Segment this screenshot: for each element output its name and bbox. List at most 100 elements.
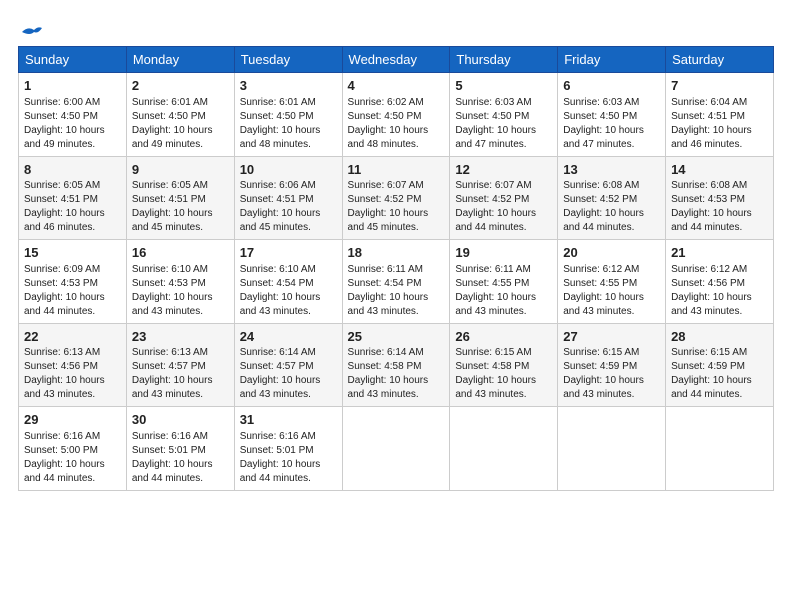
day-number: 3 bbox=[240, 77, 337, 95]
calendar-cell: 13Sunrise: 6:08 AM Sunset: 4:52 PM Dayli… bbox=[558, 156, 666, 240]
day-number: 18 bbox=[348, 244, 445, 262]
calendar-cell: 5Sunrise: 6:03 AM Sunset: 4:50 PM Daylig… bbox=[450, 73, 558, 157]
day-info: Sunrise: 6:13 AM Sunset: 4:57 PM Dayligh… bbox=[132, 346, 229, 402]
calendar-cell: 30Sunrise: 6:16 AM Sunset: 5:01 PM Dayli… bbox=[126, 407, 234, 491]
day-info: Sunrise: 6:10 AM Sunset: 4:54 PM Dayligh… bbox=[240, 263, 337, 319]
calendar-cell: 24Sunrise: 6:14 AM Sunset: 4:57 PM Dayli… bbox=[234, 323, 342, 407]
calendar-cell: 16Sunrise: 6:10 AM Sunset: 4:53 PM Dayli… bbox=[126, 240, 234, 324]
day-number: 25 bbox=[348, 328, 445, 346]
day-number: 4 bbox=[348, 77, 445, 95]
day-info: Sunrise: 6:07 AM Sunset: 4:52 PM Dayligh… bbox=[348, 179, 445, 235]
day-info: Sunrise: 6:16 AM Sunset: 5:00 PM Dayligh… bbox=[24, 430, 121, 486]
day-info: Sunrise: 6:07 AM Sunset: 4:52 PM Dayligh… bbox=[455, 179, 552, 235]
calendar-cell: 7Sunrise: 6:04 AM Sunset: 4:51 PM Daylig… bbox=[666, 73, 774, 157]
day-number: 10 bbox=[240, 161, 337, 179]
day-number: 9 bbox=[132, 161, 229, 179]
day-info: Sunrise: 6:02 AM Sunset: 4:50 PM Dayligh… bbox=[348, 96, 445, 152]
weekday-header-monday: Monday bbox=[126, 47, 234, 73]
calendar-cell: 15Sunrise: 6:09 AM Sunset: 4:53 PM Dayli… bbox=[19, 240, 127, 324]
calendar-cell: 10Sunrise: 6:06 AM Sunset: 4:51 PM Dayli… bbox=[234, 156, 342, 240]
calendar-cell: 25Sunrise: 6:14 AM Sunset: 4:58 PM Dayli… bbox=[342, 323, 450, 407]
day-number: 14 bbox=[671, 161, 768, 179]
calendar-cell: 11Sunrise: 6:07 AM Sunset: 4:52 PM Dayli… bbox=[342, 156, 450, 240]
day-info: Sunrise: 6:14 AM Sunset: 4:58 PM Dayligh… bbox=[348, 346, 445, 402]
calendar-cell bbox=[666, 407, 774, 491]
calendar-cell: 8Sunrise: 6:05 AM Sunset: 4:51 PM Daylig… bbox=[19, 156, 127, 240]
day-info: Sunrise: 6:16 AM Sunset: 5:01 PM Dayligh… bbox=[240, 430, 337, 486]
day-info: Sunrise: 6:06 AM Sunset: 4:51 PM Dayligh… bbox=[240, 179, 337, 235]
day-number: 23 bbox=[132, 328, 229, 346]
calendar-cell: 21Sunrise: 6:12 AM Sunset: 4:56 PM Dayli… bbox=[666, 240, 774, 324]
calendar: SundayMondayTuesdayWednesdayThursdayFrid… bbox=[18, 46, 774, 491]
day-info: Sunrise: 6:01 AM Sunset: 4:50 PM Dayligh… bbox=[240, 96, 337, 152]
day-info: Sunrise: 6:08 AM Sunset: 4:52 PM Dayligh… bbox=[563, 179, 660, 235]
day-number: 26 bbox=[455, 328, 552, 346]
day-info: Sunrise: 6:15 AM Sunset: 4:58 PM Dayligh… bbox=[455, 346, 552, 402]
calendar-cell: 31Sunrise: 6:16 AM Sunset: 5:01 PM Dayli… bbox=[234, 407, 342, 491]
calendar-cell: 6Sunrise: 6:03 AM Sunset: 4:50 PM Daylig… bbox=[558, 73, 666, 157]
calendar-cell: 1Sunrise: 6:00 AM Sunset: 4:50 PM Daylig… bbox=[19, 73, 127, 157]
day-info: Sunrise: 6:05 AM Sunset: 4:51 PM Dayligh… bbox=[24, 179, 121, 235]
day-number: 29 bbox=[24, 411, 121, 429]
calendar-cell: 12Sunrise: 6:07 AM Sunset: 4:52 PM Dayli… bbox=[450, 156, 558, 240]
calendar-cell: 9Sunrise: 6:05 AM Sunset: 4:51 PM Daylig… bbox=[126, 156, 234, 240]
calendar-cell: 3Sunrise: 6:01 AM Sunset: 4:50 PM Daylig… bbox=[234, 73, 342, 157]
calendar-cell: 20Sunrise: 6:12 AM Sunset: 4:55 PM Dayli… bbox=[558, 240, 666, 324]
weekday-header-saturday: Saturday bbox=[666, 47, 774, 73]
day-info: Sunrise: 6:15 AM Sunset: 4:59 PM Dayligh… bbox=[671, 346, 768, 402]
day-number: 30 bbox=[132, 411, 229, 429]
day-info: Sunrise: 6:01 AM Sunset: 4:50 PM Dayligh… bbox=[132, 96, 229, 152]
calendar-cell: 17Sunrise: 6:10 AM Sunset: 4:54 PM Dayli… bbox=[234, 240, 342, 324]
weekday-header-thursday: Thursday bbox=[450, 47, 558, 73]
day-info: Sunrise: 6:03 AM Sunset: 4:50 PM Dayligh… bbox=[455, 96, 552, 152]
day-info: Sunrise: 6:11 AM Sunset: 4:55 PM Dayligh… bbox=[455, 263, 552, 319]
day-number: 21 bbox=[671, 244, 768, 262]
calendar-cell: 29Sunrise: 6:16 AM Sunset: 5:00 PM Dayli… bbox=[19, 407, 127, 491]
calendar-cell: 26Sunrise: 6:15 AM Sunset: 4:58 PM Dayli… bbox=[450, 323, 558, 407]
day-info: Sunrise: 6:08 AM Sunset: 4:53 PM Dayligh… bbox=[671, 179, 768, 235]
calendar-cell: 22Sunrise: 6:13 AM Sunset: 4:56 PM Dayli… bbox=[19, 323, 127, 407]
day-number: 5 bbox=[455, 77, 552, 95]
day-info: Sunrise: 6:05 AM Sunset: 4:51 PM Dayligh… bbox=[132, 179, 229, 235]
day-number: 20 bbox=[563, 244, 660, 262]
day-number: 13 bbox=[563, 161, 660, 179]
day-number: 24 bbox=[240, 328, 337, 346]
calendar-cell: 27Sunrise: 6:15 AM Sunset: 4:59 PM Dayli… bbox=[558, 323, 666, 407]
day-info: Sunrise: 6:16 AM Sunset: 5:01 PM Dayligh… bbox=[132, 430, 229, 486]
weekday-header-sunday: Sunday bbox=[19, 47, 127, 73]
logo bbox=[18, 16, 42, 38]
day-number: 17 bbox=[240, 244, 337, 262]
day-info: Sunrise: 6:09 AM Sunset: 4:53 PM Dayligh… bbox=[24, 263, 121, 319]
calendar-cell bbox=[342, 407, 450, 491]
day-number: 2 bbox=[132, 77, 229, 95]
day-number: 28 bbox=[671, 328, 768, 346]
day-number: 12 bbox=[455, 161, 552, 179]
day-number: 6 bbox=[563, 77, 660, 95]
calendar-cell: 4Sunrise: 6:02 AM Sunset: 4:50 PM Daylig… bbox=[342, 73, 450, 157]
weekday-header-tuesday: Tuesday bbox=[234, 47, 342, 73]
weekday-header-friday: Friday bbox=[558, 47, 666, 73]
day-number: 22 bbox=[24, 328, 121, 346]
day-number: 27 bbox=[563, 328, 660, 346]
calendar-cell: 2Sunrise: 6:01 AM Sunset: 4:50 PM Daylig… bbox=[126, 73, 234, 157]
day-info: Sunrise: 6:03 AM Sunset: 4:50 PM Dayligh… bbox=[563, 96, 660, 152]
day-number: 1 bbox=[24, 77, 121, 95]
day-number: 7 bbox=[671, 77, 768, 95]
day-number: 11 bbox=[348, 161, 445, 179]
day-number: 8 bbox=[24, 161, 121, 179]
calendar-cell bbox=[558, 407, 666, 491]
calendar-cell: 19Sunrise: 6:11 AM Sunset: 4:55 PM Dayli… bbox=[450, 240, 558, 324]
calendar-cell: 28Sunrise: 6:15 AM Sunset: 4:59 PM Dayli… bbox=[666, 323, 774, 407]
day-number: 31 bbox=[240, 411, 337, 429]
calendar-cell bbox=[450, 407, 558, 491]
day-info: Sunrise: 6:13 AM Sunset: 4:56 PM Dayligh… bbox=[24, 346, 121, 402]
day-info: Sunrise: 6:14 AM Sunset: 4:57 PM Dayligh… bbox=[240, 346, 337, 402]
day-number: 16 bbox=[132, 244, 229, 262]
weekday-header-wednesday: Wednesday bbox=[342, 47, 450, 73]
calendar-cell: 18Sunrise: 6:11 AM Sunset: 4:54 PM Dayli… bbox=[342, 240, 450, 324]
day-info: Sunrise: 6:12 AM Sunset: 4:56 PM Dayligh… bbox=[671, 263, 768, 319]
calendar-cell: 23Sunrise: 6:13 AM Sunset: 4:57 PM Dayli… bbox=[126, 323, 234, 407]
day-info: Sunrise: 6:04 AM Sunset: 4:51 PM Dayligh… bbox=[671, 96, 768, 152]
day-info: Sunrise: 6:00 AM Sunset: 4:50 PM Dayligh… bbox=[24, 96, 121, 152]
day-info: Sunrise: 6:15 AM Sunset: 4:59 PM Dayligh… bbox=[563, 346, 660, 402]
